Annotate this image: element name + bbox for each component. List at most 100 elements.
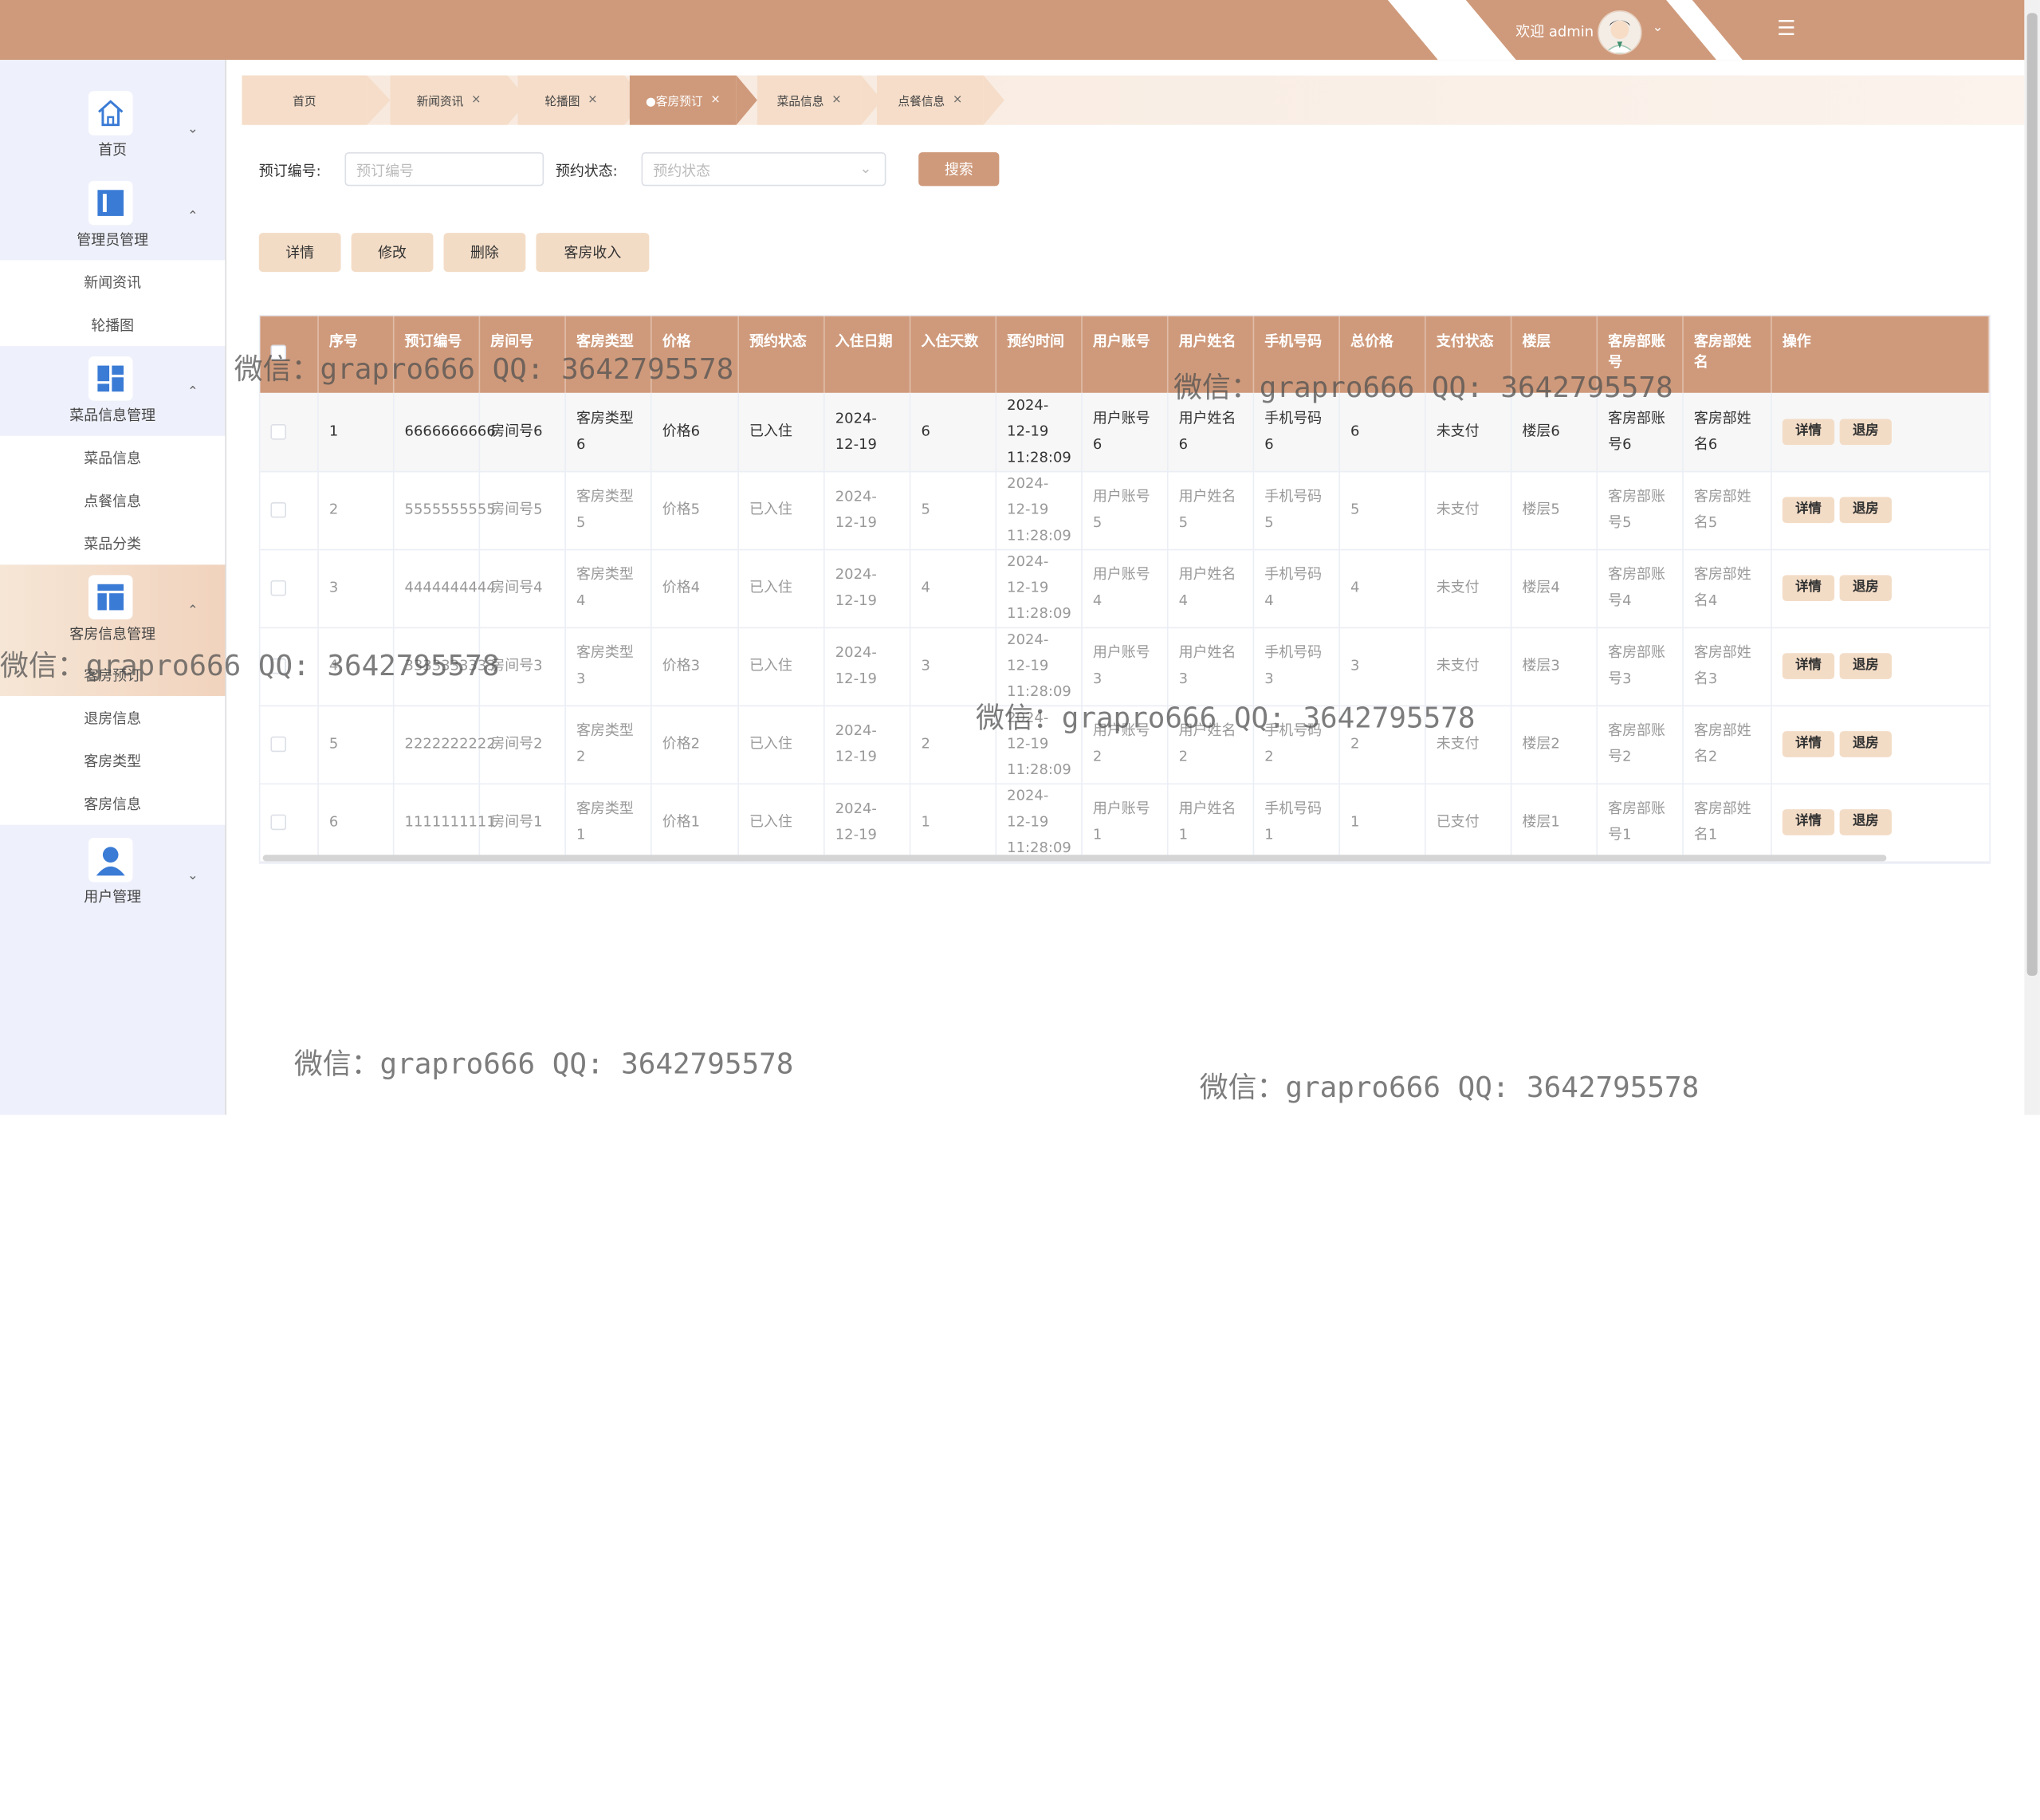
table-cell: 用户账号4 <box>1083 548 1169 627</box>
detail-button[interactable]: 详情 <box>258 233 341 273</box>
table-cell: 4 <box>1340 548 1426 627</box>
table-cell: 用户账号3 <box>1083 627 1169 706</box>
row-checkbox[interactable] <box>270 424 287 440</box>
chevron-down-icon: ⌄ <box>187 869 198 884</box>
sidebar: 首页 ⌄ 管理员管理 ⌃ 新闻资讯 轮播图 菜品信息管理 ⌃ 菜品信息 点餐信息… <box>0 60 226 1115</box>
search-button[interactable]: 搜索 <box>918 151 1000 187</box>
table-cell: 价格2 <box>652 705 739 784</box>
table-row[interactable]: 6 1111111111 房间号1 客房类型1 价格1 已入住 2024-12-19 1 202… <box>260 783 1990 863</box>
table-cell: 客房部姓名4 <box>1684 548 1772 627</box>
table-cell: 2024-12-19 11:28:09 <box>996 627 1083 706</box>
close-icon[interactable]: × <box>710 94 720 107</box>
column-header[interactable]: 客房部姓名 <box>1684 316 1772 393</box>
edit-button[interactable]: 修改 <box>351 233 434 273</box>
table-cell: 用户姓名4 <box>1169 548 1255 627</box>
row-detail-button[interactable]: 详情 <box>1782 809 1835 835</box>
scrollbar-thumb[interactable] <box>2026 13 2038 977</box>
row-checkout-button[interactable]: 退房 <box>1839 653 1892 679</box>
tab-carousel[interactable]: 轮播图 × <box>517 75 625 125</box>
column-header[interactable]: 操作 <box>1772 316 1990 393</box>
row-checkbox[interactable] <box>270 736 287 753</box>
table-cell: 手机号码5 <box>1254 470 1340 549</box>
sidebar-item-users[interactable]: 用户管理 ⌄ <box>0 838 225 910</box>
tab-news[interactable]: 新闻资讯 × <box>390 75 508 125</box>
row-checkout-button[interactable]: 退房 <box>1839 575 1892 601</box>
row-checkout-button[interactable]: 退房 <box>1839 809 1892 835</box>
row-detail-button[interactable]: 详情 <box>1782 575 1835 601</box>
close-icon[interactable]: × <box>471 94 481 107</box>
order-number-input[interactable]: 预订编号 <box>344 151 544 187</box>
sidebar-item-home[interactable]: 首页 ⌄ <box>0 91 225 163</box>
table-row[interactable]: 1 6666666666 房间号6 客房类型6 价格6 已入住 2024-12-19 6 202… <box>260 392 1990 473</box>
hamburger-icon[interactable]: ☰ <box>1777 16 1795 41</box>
delete-button[interactable]: 删除 <box>443 233 526 273</box>
table-cell: 客房部姓名1 <box>1684 783 1772 862</box>
horizontal-scrollbar[interactable] <box>262 855 1887 862</box>
row-detail-button[interactable]: 详情 <box>1782 653 1835 679</box>
sidebar-item-admin[interactable]: 管理员管理 ⌃ <box>0 180 225 254</box>
close-icon[interactable]: × <box>588 94 597 107</box>
sidebar-item-checkout-info[interactable]: 退房信息 <box>0 708 225 729</box>
sidebar-item-room-type[interactable]: 客房类型 <box>0 751 225 772</box>
sidebar-item-carousel[interactable]: 轮播图 <box>0 315 225 336</box>
table-cell: 客房类型3 <box>566 627 652 706</box>
table-row[interactable]: 3 4444444444 房间号4 客房类型4 价格4 已入住 2024-12-19 4 202… <box>260 548 1990 629</box>
row-checkout-button[interactable]: 退房 <box>1839 419 1892 446</box>
table-cell: 价格5 <box>652 470 739 549</box>
vertical-scrollbar[interactable] <box>2024 0 2040 1115</box>
tab-label: 首页 <box>293 95 316 109</box>
select-placeholder: 预约状态 <box>653 163 711 180</box>
sidebar-item-dish-info[interactable]: 菜品信息 <box>0 447 225 468</box>
column-header[interactable]: 入住日期 <box>825 316 911 393</box>
tab-arrow <box>367 75 391 125</box>
row-detail-button[interactable]: 详情 <box>1782 419 1835 446</box>
tab-room-booking[interactable]: ●客房预订 × <box>629 75 737 125</box>
table-cell: 未支付 <box>1426 470 1512 549</box>
row-select-cell <box>260 392 319 471</box>
row-detail-button[interactable]: 详情 <box>1782 497 1835 524</box>
table-row[interactable]: 2 5555555555 房间号5 客房类型5 价格5 已入住 2024-12-19 5 202… <box>260 470 1990 551</box>
row-select-cell <box>260 548 319 627</box>
booking-status-select[interactable]: 预约状态 ⌄ <box>641 151 886 187</box>
close-icon[interactable]: × <box>953 94 962 107</box>
table-cell: 用户姓名1 <box>1169 783 1255 862</box>
sidebar-item-dishes[interactable]: 菜品信息管理 ⌃ <box>0 356 225 429</box>
row-checkbox[interactable] <box>270 501 287 518</box>
sidebar-item-rooms[interactable]: 客房信息管理 ⌃ <box>0 575 225 647</box>
user-avatar-icon[interactable] <box>1598 10 1642 55</box>
row-checkout-button[interactable]: 退房 <box>1839 497 1892 524</box>
chevron-down-icon[interactable]: ⌄ <box>1653 21 1664 35</box>
table-cell: 2024-12-19 11:28:09 <box>996 392 1083 471</box>
watermark: 微信：grapro666 QQ: 3642795578 <box>0 651 500 683</box>
table-cell: 2024-12-19 <box>825 627 911 706</box>
sidebar-item-dish-category[interactable]: 菜品分类 <box>0 533 225 554</box>
close-icon[interactable]: × <box>831 94 841 107</box>
tab-home[interactable]: 首页 <box>242 75 368 125</box>
sidebar-item-order-info[interactable]: 点餐信息 <box>0 490 225 511</box>
table-cell: 2024-12-19 11:28:09 <box>996 548 1083 627</box>
sidebar-item-news[interactable]: 新闻资讯 <box>0 272 225 293</box>
table-cell: 价格3 <box>652 627 739 706</box>
row-checkbox[interactable] <box>270 580 287 596</box>
tab-dish-info[interactable]: 菜品信息 × <box>757 75 862 125</box>
column-header[interactable]: 预约时间 <box>996 316 1083 393</box>
column-header[interactable]: 入住天数 <box>910 316 997 393</box>
row-checkbox[interactable] <box>270 814 287 831</box>
column-header[interactable]: 预约状态 <box>739 316 825 393</box>
row-actions-cell: 详情 退房 <box>1772 627 1990 706</box>
table-cell: 已入住 <box>739 783 825 862</box>
sidebar-item-room-info[interactable]: 客房信息 <box>0 794 225 815</box>
table-cell: 1 <box>910 783 997 862</box>
tab-order-info[interactable]: 点餐信息 × <box>876 75 984 125</box>
table-cell: 手机号码4 <box>1254 548 1340 627</box>
table-cell: 价格1 <box>652 783 739 862</box>
table-cell: 客房类型4 <box>566 548 652 627</box>
table-cell: 已入住 <box>739 627 825 706</box>
room-income-button[interactable]: 客房收入 <box>536 233 650 273</box>
table-cell: 房间号5 <box>480 470 566 549</box>
column-header[interactable]: 用户账号 <box>1083 316 1169 393</box>
table-cell: 已入住 <box>739 705 825 784</box>
row-detail-button[interactable]: 详情 <box>1782 731 1835 757</box>
table-cell: 5 <box>910 470 997 549</box>
row-checkout-button[interactable]: 退房 <box>1839 731 1892 757</box>
